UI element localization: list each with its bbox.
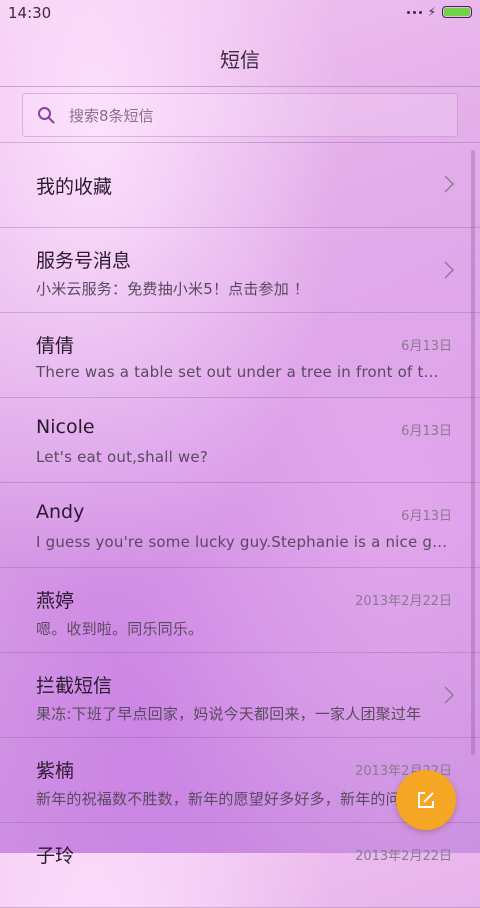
conversation-name: 我的收藏 xyxy=(36,176,113,198)
conversation-name: Andy xyxy=(36,501,85,523)
conversation-name: 子玲 xyxy=(36,845,75,867)
conversation-preview: 新年的祝福数不胜数，新年的愿望好多好多，新年的问候 xyxy=(36,790,417,808)
conversation-name: 服务号消息 xyxy=(36,250,132,272)
conversation-row[interactable]: 燕婷 2013年2月22日 嗯。收到啦。同乐同乐。 xyxy=(0,568,480,653)
battery-icon xyxy=(442,6,472,18)
search-icon xyxy=(38,107,55,124)
conversation-preview: There was a table set out under a tree i… xyxy=(36,363,448,381)
chevron-right-icon xyxy=(444,261,454,279)
conversation-preview: 嗯。收到啦。同乐同乐。 xyxy=(36,620,204,638)
conversation-row-blocked[interactable]: 拦截短信 果冻:下班了早点回家，妈说今天都回来，一家人团聚过年 xyxy=(0,653,480,738)
chevron-right-icon xyxy=(444,175,454,193)
conversation-preview: Let's eat out,shall we? xyxy=(36,448,208,466)
conversation-name: Nicole xyxy=(36,416,95,438)
status-time: 14:30 xyxy=(8,4,52,22)
charging-bolt-icon: ⚡ xyxy=(427,5,436,19)
conversation-row-favorites[interactable]: 我的收藏 xyxy=(0,143,480,228)
signal-dots-icon xyxy=(406,10,422,14)
conversation-row[interactable]: Andy 6月13日 I guess you're some lucky guy… xyxy=(0,483,480,568)
status-icons: ⚡ xyxy=(406,5,472,19)
conversation-row-service[interactable]: 服务号消息 小米云服务：免费抽小米5！点击参加 ！ xyxy=(0,228,480,313)
conversation-name: 拦截短信 xyxy=(36,675,113,697)
conversation-name: 燕婷 xyxy=(36,590,75,612)
conversation-date: 6月13日 xyxy=(401,509,452,524)
page-title: 短信 xyxy=(220,48,260,72)
conversation-name: 倩倩 xyxy=(36,335,75,357)
search-bar[interactable] xyxy=(22,93,458,137)
header-divider xyxy=(0,86,480,87)
conversation-preview: 小米云服务：免费抽小米5！点击参加 ！ xyxy=(36,280,310,298)
compose-icon xyxy=(418,792,434,808)
chevron-right-icon xyxy=(444,686,454,704)
conversation-preview: 果冻:下班了早点回家，妈说今天都回来，一家人团聚过年 xyxy=(36,705,422,723)
conversation-row[interactable]: 倩倩 6月13日 There was a table set out under… xyxy=(0,313,480,398)
conversation-date: 6月13日 xyxy=(401,424,452,439)
status-bar: 14:30 ⚡ xyxy=(0,0,480,28)
conversation-row[interactable]: 子玲 2013年2月22日 xyxy=(0,823,480,908)
conversation-name: 紫楠 xyxy=(36,760,75,782)
conversation-row[interactable]: Nicole 6月13日 Let's eat out,shall we? xyxy=(0,398,480,483)
conversation-date: 2013年2月22日 xyxy=(355,849,452,864)
conversation-date: 2013年2月22日 xyxy=(355,594,452,609)
conversation-date: 6月13日 xyxy=(401,339,452,354)
conversation-preview: I guess you're some lucky guy.Stephanie … xyxy=(36,533,448,551)
scrollbar[interactable] xyxy=(471,150,475,755)
compose-button[interactable] xyxy=(396,770,456,830)
search-input[interactable] xyxy=(69,103,439,129)
